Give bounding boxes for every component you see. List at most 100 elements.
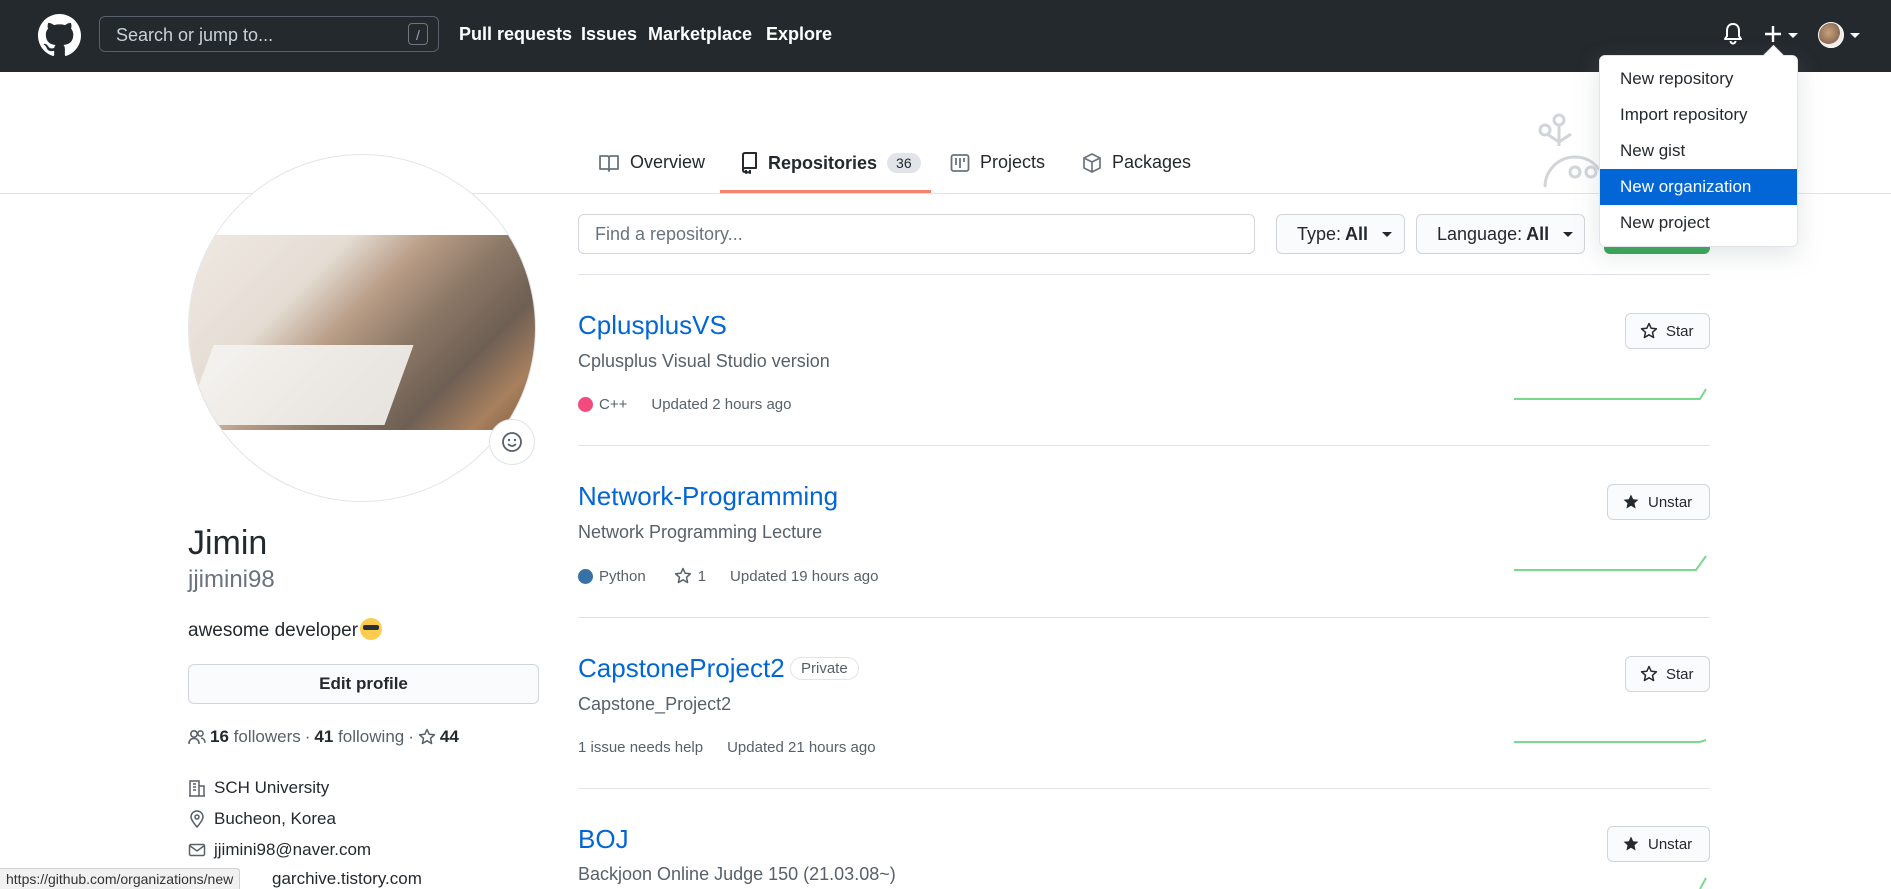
- repo-updated: Updated 21 hours ago: [727, 739, 876, 756]
- tab-overview-label: Overview: [630, 152, 706, 172]
- search-shortcut-key: /: [408, 23, 428, 45]
- repo-meta: Python 1 Updated 19 hours ago: [578, 567, 879, 585]
- profile-avatar[interactable]: [188, 154, 536, 502]
- active-tab-indicator: [720, 190, 931, 193]
- create-menu-caret-icon[interactable]: [1788, 33, 1798, 38]
- nav-marketplace[interactable]: Marketplace: [648, 24, 752, 45]
- repo-stars-count[interactable]: 1: [698, 568, 706, 585]
- people-icon: [188, 729, 206, 745]
- star-outline-icon: [1640, 322, 1658, 339]
- repo-meta: 1 issue needs help Updated 21 hours ago: [578, 739, 876, 756]
- repo-divider: [578, 274, 1710, 275]
- menu-item-new-project[interactable]: New project: [1600, 205, 1797, 241]
- profile-name: Jimin: [188, 524, 268, 562]
- star-button-label: Star: [1666, 665, 1694, 683]
- repo-description: Cplusplus Visual Studio version: [578, 351, 830, 371]
- profile-illustration: [1538, 113, 1605, 188]
- type-filter-button[interactable]: Type: All: [1276, 214, 1405, 254]
- mail-icon: [188, 843, 206, 857]
- repo-name-link[interactable]: Network-Programming: [578, 481, 838, 512]
- search-input[interactable]: Search or jump to... /: [99, 16, 439, 52]
- create-new-plus-icon[interactable]: [1763, 22, 1783, 46]
- repo-updated: Updated 19 hours ago: [730, 567, 879, 585]
- repo-icon: [742, 152, 757, 174]
- star-filled-icon: [1623, 494, 1639, 509]
- link-status-bar: https://github.com/organizations/new: [0, 868, 241, 889]
- user-avatar[interactable]: [1818, 22, 1844, 48]
- activity-sparkline: [1514, 555, 1707, 571]
- star-icon: [418, 728, 436, 745]
- menu-item-new-organization[interactable]: New organization: [1600, 169, 1797, 205]
- language-color-dot: [578, 568, 593, 584]
- edit-profile-button[interactable]: Edit profile: [188, 664, 539, 704]
- unstar-button[interactable]: Unstar: [1607, 484, 1710, 520]
- followers-link[interactable]: 16 followers: [210, 727, 301, 747]
- menu-item-new-gist[interactable]: New gist: [1600, 133, 1797, 169]
- profile-location: Bucheon, Korea: [188, 809, 336, 829]
- repo-updated: Updated 2 hours ago: [651, 396, 792, 413]
- repo-divider: [578, 445, 1710, 446]
- repo-name-link[interactable]: CapstoneProject2: [578, 653, 785, 684]
- menu-item-new-repository[interactable]: New repository: [1600, 61, 1797, 97]
- tab-projects-label: Projects: [980, 152, 1046, 172]
- star-button-label: Star: [1666, 322, 1694, 340]
- repo-description: Network Programming Lecture: [578, 522, 823, 542]
- website-link[interactable]: garchive.tistory.com: [272, 869, 422, 889]
- nav-pull-requests[interactable]: Pull requests: [459, 24, 572, 45]
- repo-name-link[interactable]: BOJ: [578, 824, 629, 855]
- profile-email: jjimini98@naver.com: [188, 840, 371, 860]
- notifications-bell-icon[interactable]: [1723, 22, 1743, 46]
- unstar-button-label: Unstar: [1648, 493, 1693, 511]
- location-pin-icon: [190, 810, 204, 828]
- profile-login: jjimini98: [188, 566, 275, 593]
- starred-count[interactable]: 44: [440, 727, 459, 747]
- menu-item-import-repository[interactable]: Import repository: [1600, 97, 1797, 133]
- followers-count: 16: [210, 727, 229, 746]
- location-text: Bucheon, Korea: [214, 809, 336, 828]
- set-status-button[interactable]: [489, 419, 535, 465]
- nav-issues[interactable]: Issues: [581, 24, 637, 45]
- repositories-count-badge: 36: [887, 153, 921, 173]
- repo-description: Capstone_Project2: [578, 694, 732, 714]
- tab-packages-label: Packages: [1112, 152, 1192, 172]
- tab-projects[interactable]: Projects: [950, 152, 1045, 173]
- tab-overview[interactable]: Overview: [598, 152, 705, 173]
- tab-repositories-label: Repositories: [768, 152, 878, 173]
- following-link[interactable]: 41 following: [314, 727, 404, 747]
- following-count: 41: [314, 727, 334, 746]
- tab-repositories[interactable]: Repositories 36: [740, 152, 921, 174]
- github-logo-icon[interactable]: [38, 14, 81, 57]
- company-text: SCH University: [214, 778, 330, 797]
- repo-divider: [578, 617, 1710, 618]
- activity-sparkline: [1514, 739, 1707, 743]
- user-menu-caret-icon[interactable]: [1850, 33, 1860, 38]
- followers-label: followers: [233, 727, 301, 746]
- repo-issues-link[interactable]: 1 issue needs help: [578, 739, 703, 756]
- type-caret-icon: [1382, 231, 1393, 237]
- profile-website: garchive.tistory.com: [272, 869, 422, 889]
- repo-name-link[interactable]: CplusplusVS: [578, 310, 727, 341]
- profile-photo: [189, 235, 535, 430]
- search-placeholder: Search or jump to...: [116, 25, 274, 45]
- follow-stats: 16 followers · 41 following · 44: [188, 727, 459, 747]
- smiley-icon: [502, 432, 522, 452]
- language-filter-label: Language:: [1437, 223, 1523, 244]
- language-filter-button[interactable]: Language: All: [1416, 214, 1585, 254]
- tab-packages[interactable]: Packages: [1082, 152, 1191, 173]
- nav-explore[interactable]: Explore: [766, 24, 832, 45]
- find-repository-input[interactable]: [578, 214, 1255, 254]
- repo-language: C++: [599, 396, 628, 413]
- repo-meta: C++ Updated 2 hours ago: [578, 396, 791, 413]
- star-button[interactable]: Star: [1625, 656, 1710, 692]
- email-link[interactable]: jjimini98@naver.com: [214, 840, 371, 860]
- sunglasses-emoji-icon: [360, 618, 383, 640]
- star-button[interactable]: Star: [1625, 313, 1710, 349]
- star-outline-icon: [1640, 665, 1658, 682]
- project-board-icon: [950, 153, 970, 172]
- unstar-button-label: Unstar: [1648, 835, 1693, 853]
- unstar-button[interactable]: Unstar: [1607, 826, 1710, 862]
- type-filter-label: Type:: [1297, 223, 1342, 244]
- language-color-dot: [578, 397, 593, 412]
- type-filter-value: All: [1345, 223, 1369, 244]
- language-filter-value: All: [1526, 223, 1550, 244]
